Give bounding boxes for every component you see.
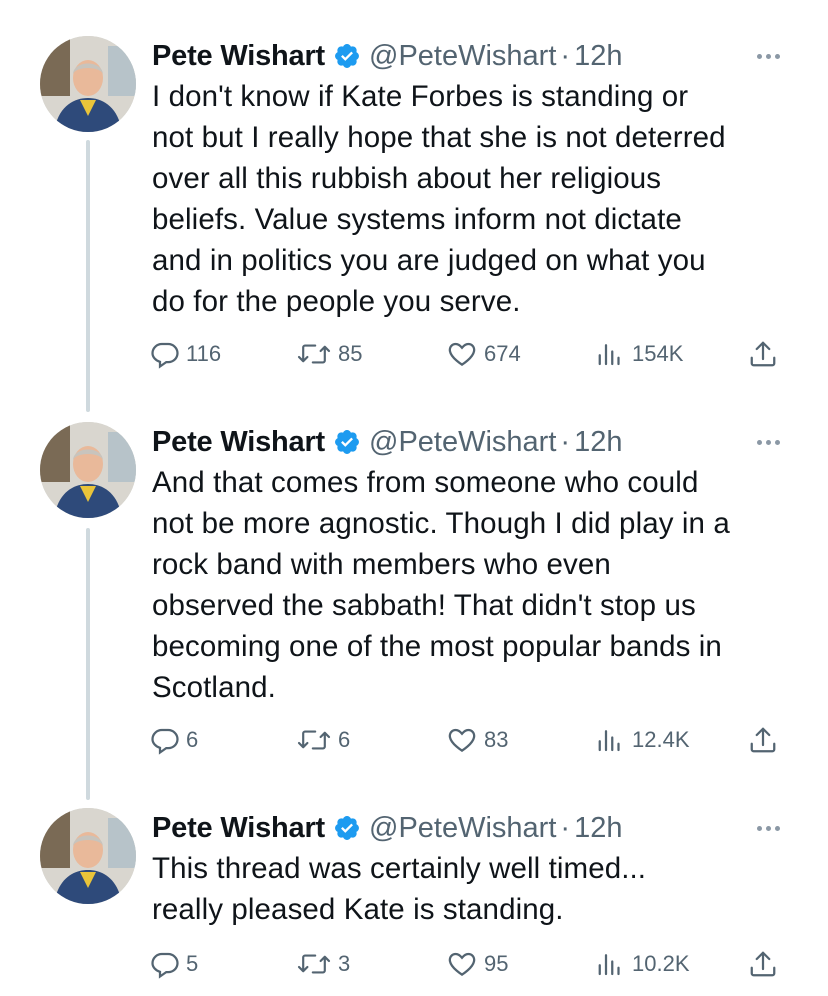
author-name[interactable]: Pete Wishart <box>152 40 325 73</box>
separator-dot: · <box>560 425 571 458</box>
author-handle[interactable]: @PeteWishart <box>369 812 556 845</box>
timestamp[interactable]: 12h <box>574 812 622 845</box>
share-icon <box>750 951 776 977</box>
like-button[interactable]: 95 <box>446 944 508 984</box>
reply-count: 5 <box>186 951 199 976</box>
tweet-text: And that comes from someone who could no… <box>152 466 730 704</box>
reply-button[interactable]: 6 <box>150 720 198 760</box>
views-chart-icon <box>598 730 620 752</box>
author-name[interactable]: Pete Wishart <box>152 812 325 845</box>
share-button[interactable] <box>748 334 778 374</box>
like-count: 674 <box>484 341 521 366</box>
more-options-icon[interactable] <box>748 810 788 846</box>
share-button[interactable] <box>748 944 778 984</box>
like-button[interactable]: 674 <box>446 334 521 374</box>
views-chart-icon <box>598 344 620 366</box>
views-count: 154K <box>632 341 684 366</box>
views-chart-icon <box>598 954 620 976</box>
tweet-text: I don't know if Kate Forbes is standing … <box>152 80 726 318</box>
like-count: 95 <box>484 951 509 976</box>
thread-connector-line <box>86 528 90 800</box>
retweet-count: 85 <box>338 341 363 366</box>
separator-dot: · <box>560 811 571 844</box>
like-button[interactable]: 83 <box>446 720 508 760</box>
author-handle[interactable]: @PeteWishart <box>369 40 556 73</box>
reply-count: 116 <box>186 341 222 366</box>
retweet-count: 6 <box>338 727 351 752</box>
separator-dot: · <box>560 39 571 72</box>
tweet-header: Pete Wishart @PeteWishart · 12h <box>152 808 788 848</box>
tweet-header: Pete Wishart @PeteWishart · 12h <box>152 422 788 462</box>
retweet-count: 3 <box>338 951 351 976</box>
verified-badge-icon <box>333 814 361 842</box>
verified-badge-icon <box>333 42 361 70</box>
tweet-actions: 6 6 83 12.4K <box>150 720 790 760</box>
reply-icon <box>151 728 179 755</box>
share-icon <box>750 341 776 367</box>
timestamp[interactable]: 12h <box>574 426 622 459</box>
heart-icon <box>448 952 476 976</box>
heart-icon <box>448 342 476 366</box>
verified-badge-icon <box>333 428 361 456</box>
reply-icon <box>151 342 179 369</box>
views-button[interactable]: 12.4K <box>596 720 690 760</box>
reply-count: 6 <box>186 727 199 752</box>
avatar[interactable] <box>40 808 136 904</box>
avatar[interactable] <box>40 422 136 518</box>
retweet-icon <box>297 344 331 364</box>
retweet-button[interactable]: 85 <box>296 334 362 374</box>
retweet-icon <box>297 730 331 750</box>
timestamp[interactable]: 12h <box>574 40 622 73</box>
more-options-icon[interactable] <box>748 424 788 460</box>
tweet-actions: 5 3 95 10.2K <box>150 944 790 984</box>
views-button[interactable]: 154K <box>596 334 683 374</box>
tweet-actions: 116 85 674 154K <box>150 334 790 374</box>
author-handle[interactable]: @PeteWishart <box>369 426 556 459</box>
retweet-button[interactable]: 6 <box>296 720 350 760</box>
avatar[interactable] <box>40 36 136 132</box>
like-count: 83 <box>484 727 509 752</box>
share-icon <box>750 727 776 753</box>
tweet-text: This thread was certainly well timed... … <box>152 852 647 926</box>
retweet-icon <box>297 954 331 974</box>
reply-button[interactable]: 116 <box>150 334 221 374</box>
share-button[interactable] <box>748 720 778 760</box>
reply-icon <box>151 952 179 979</box>
tweet-header: Pete Wishart @PeteWishart · 12h <box>152 36 788 76</box>
author-name[interactable]: Pete Wishart <box>152 426 325 459</box>
retweet-button[interactable]: 3 <box>296 944 350 984</box>
views-count: 12.4K <box>632 727 690 752</box>
thread-connector-line <box>86 140 90 412</box>
reply-button[interactable]: 5 <box>150 944 198 984</box>
views-count: 10.2K <box>632 951 690 976</box>
views-button[interactable]: 10.2K <box>596 944 690 984</box>
heart-icon <box>448 728 476 752</box>
more-options-icon[interactable] <box>748 38 788 74</box>
